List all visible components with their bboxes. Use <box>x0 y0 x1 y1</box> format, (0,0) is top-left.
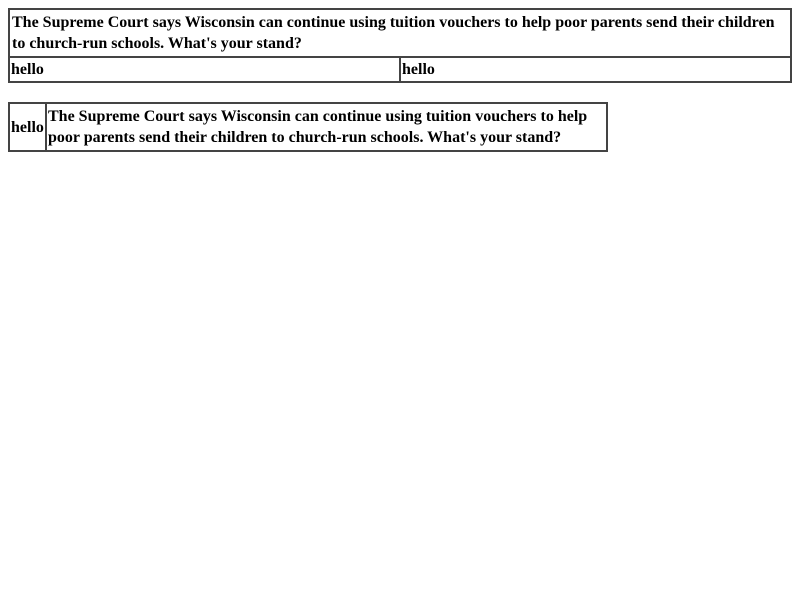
question-table-bottom: hello The Supreme Court says Wisconsin c… <box>8 102 608 152</box>
question-table-top: The Supreme Court says Wisconsin can con… <box>8 8 792 83</box>
table-row: hello The Supreme Court says Wisconsin c… <box>8 102 608 152</box>
table-row: hello hello <box>8 56 792 83</box>
answer-cell-left: hello <box>8 56 401 83</box>
question-cell: The Supreme Court says Wisconsin can con… <box>45 102 608 152</box>
question-cell: The Supreme Court says Wisconsin can con… <box>8 8 792 58</box>
answer-cell-right: hello <box>399 56 792 83</box>
label-cell: hello <box>8 102 47 152</box>
table-row: The Supreme Court says Wisconsin can con… <box>8 8 792 58</box>
